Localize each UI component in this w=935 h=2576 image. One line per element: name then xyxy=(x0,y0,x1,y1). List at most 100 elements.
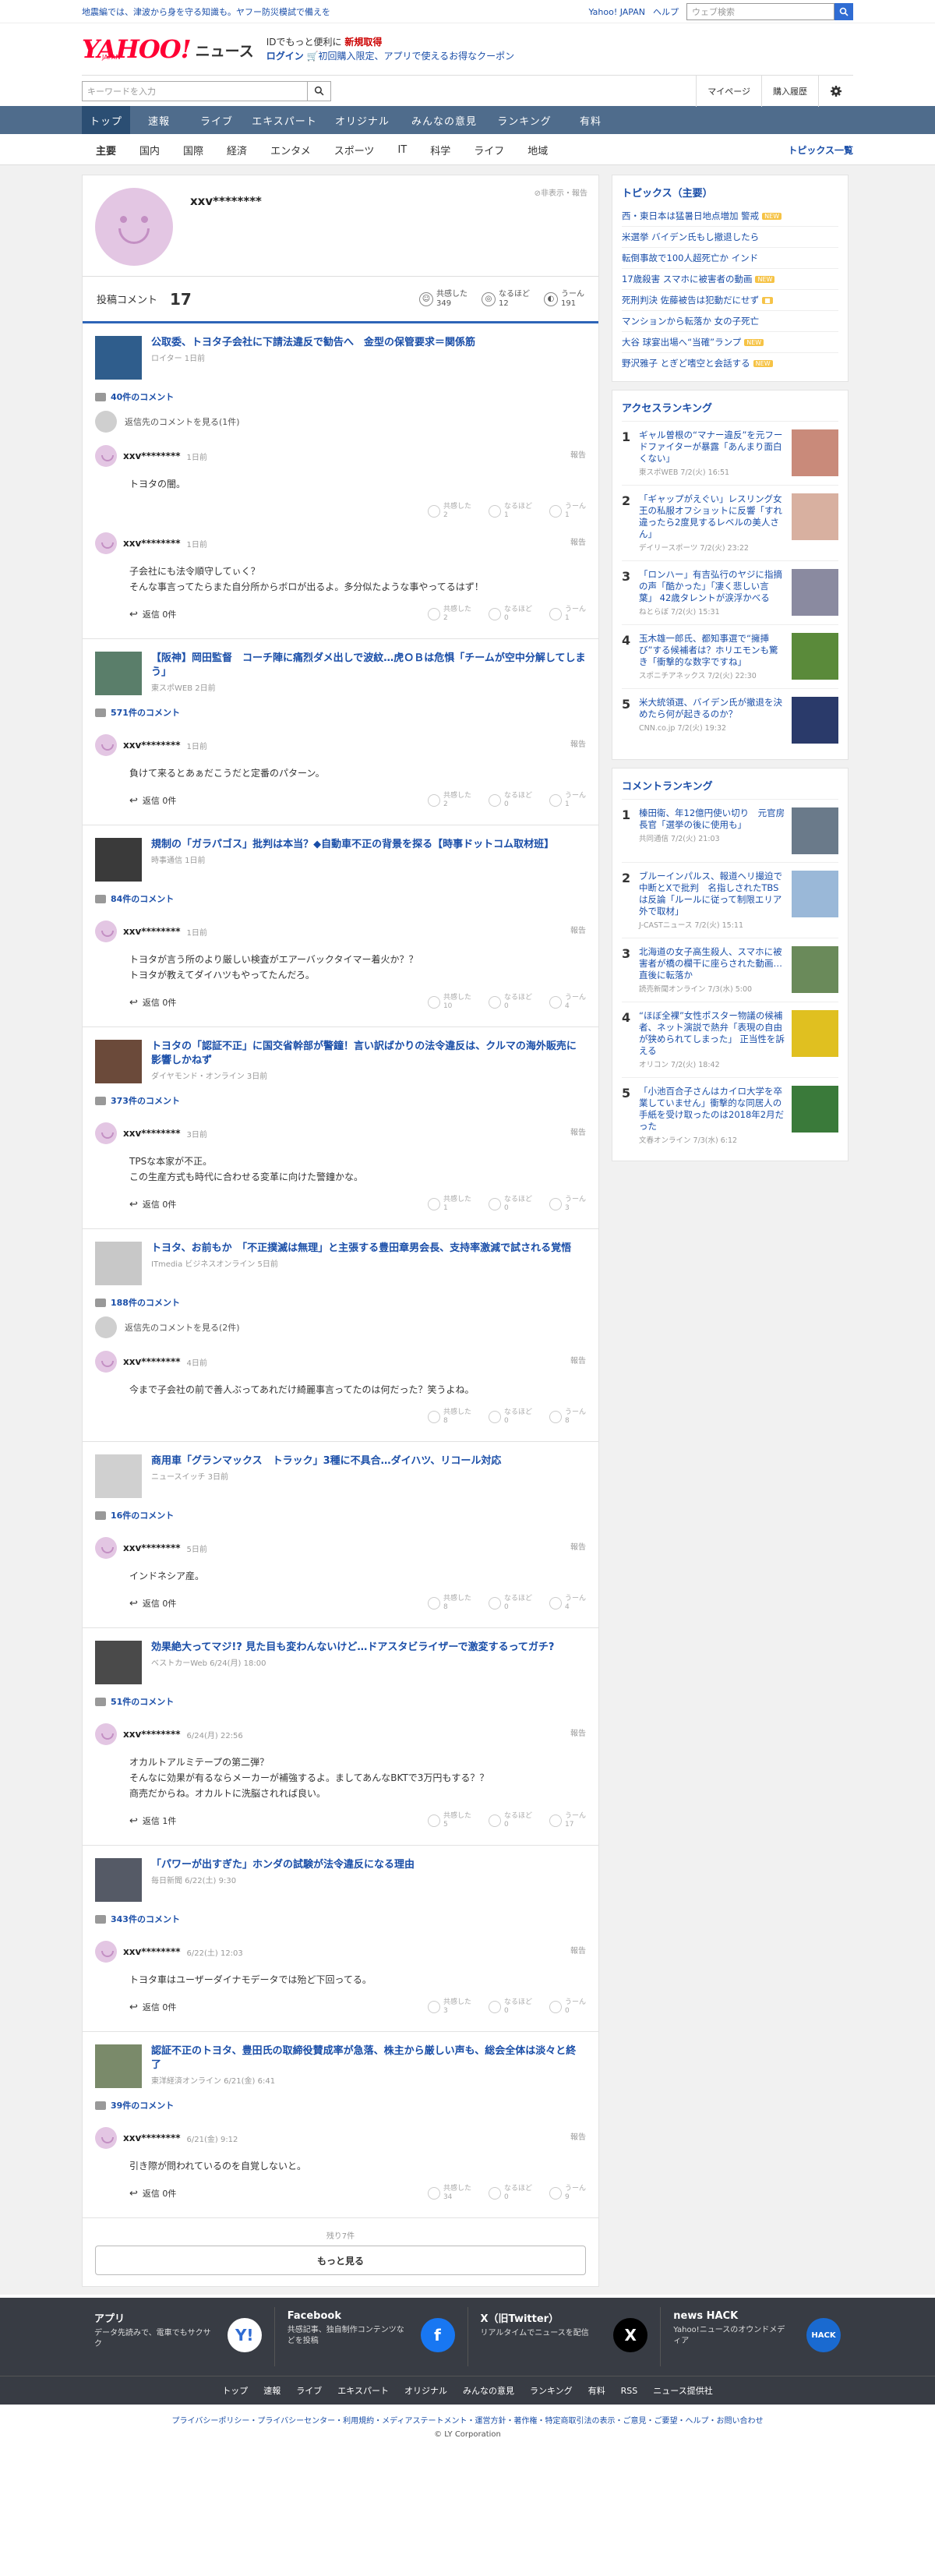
article-title[interactable]: トヨタの「認証不正」に国交省幹部が警鐘！言い訳ばかりの法令違反は、クルマの海外販… xyxy=(151,1041,577,1066)
nav-ranking[interactable]: ランキング xyxy=(487,106,562,134)
report-link[interactable]: 報告 xyxy=(570,448,586,460)
footer-promo-0[interactable]: アプリ データ先読みで、電車でもサクサク Y! xyxy=(82,2307,275,2366)
cat-economy[interactable]: 経済 xyxy=(227,143,247,157)
footer-link[interactable]: RSS xyxy=(621,2386,638,2396)
article-thumbnail[interactable] xyxy=(95,1242,142,1285)
nav-live[interactable]: ライブ xyxy=(188,106,245,134)
comment-count-link[interactable]: 84件のコメント xyxy=(95,892,586,905)
cat-life[interactable]: ライフ xyxy=(474,143,504,157)
article-title[interactable]: 公取委、トヨタ子会社に下請法違反で勧告へ 金型の保管要求＝関係筋 xyxy=(151,337,475,348)
article-title[interactable]: 効果絶大ってマジ!? 見た目も変わんないけど…ドアスタビライザーで激変するってガ… xyxy=(151,1641,554,1653)
web-search-button[interactable] xyxy=(834,3,853,20)
topic-item[interactable]: 17歳殺害 スマホに被害者の動画 NEW xyxy=(622,268,838,289)
signup-link[interactable]: 新規取得 xyxy=(344,37,382,48)
yahoo-news-logo[interactable]: YAHOO! JAPAN ニュース xyxy=(82,37,254,62)
cat-main[interactable]: 主要 xyxy=(96,143,116,157)
hide-report-link[interactable]: ⊘非表示・報告 xyxy=(535,186,587,198)
vote-hmm[interactable]: うーん 1 xyxy=(549,503,586,520)
vote-hmm[interactable]: うーん 3 xyxy=(549,1196,586,1213)
vote-hmm[interactable]: うーん 17 xyxy=(549,1812,586,1829)
yahoo-japan-link[interactable]: Yahoo! JAPAN xyxy=(588,7,645,17)
legal-links[interactable]: プライバシーポリシー・プライバシーセンター・利用規約・メディアステートメント・運… xyxy=(0,2405,935,2430)
comment-count-link[interactable]: 40件のコメント xyxy=(95,390,586,403)
replies-button[interactable]: 返信 0件 xyxy=(129,2187,177,2200)
parent-comment-link[interactable]: 返信先のコメントを見る(1件) xyxy=(95,411,586,433)
article-title[interactable]: 「パワーが出すぎた」ホンダの試験が法令違反になる理由 xyxy=(151,1859,415,1871)
ranking-title[interactable]: “ほぼ全裸”女性ポスター物議の候補者、ネット演説で熱弁「表現の自由が狭められてし… xyxy=(639,1010,785,1057)
vote-hmm[interactable]: うーん 4 xyxy=(549,994,586,1011)
report-link[interactable]: 報告 xyxy=(570,2130,586,2142)
comment-author[interactable]: xxv******** xyxy=(123,451,181,461)
vote-empathy[interactable]: 共感した 3 xyxy=(427,1998,471,2016)
replies-button[interactable]: 返信 1件 xyxy=(129,1815,177,1827)
ranking-item[interactable]: 3 北海道の女子高生殺人、スマホに被害者が橋の欄干に座らされた動画…直後に転落か読… xyxy=(622,938,838,1002)
footer-promo-2[interactable]: X（旧Twitter） リアルタイムでニュースを配信 X xyxy=(468,2307,662,2366)
footer-promo-3[interactable]: news HACK Yahoo!ニュースのオウンドメディア HACK xyxy=(661,2307,853,2366)
ranking-item[interactable]: 4 玉木雄一郎氏、都知事選で“擁挿び”する候補者は？ホリエモンも驚き「衝撃的な数字… xyxy=(622,624,838,688)
comment-count-link[interactable]: 51件のコメント xyxy=(95,1695,586,1708)
cat-local[interactable]: 地域 xyxy=(527,143,548,157)
vote-empathy[interactable]: 共感した 8 xyxy=(427,1408,471,1426)
nav-top[interactable]: トップ xyxy=(82,106,130,134)
article-thumbnail[interactable] xyxy=(95,2044,142,2088)
vote-empathy[interactable]: 共感した 2 xyxy=(427,503,471,520)
ranking-item[interactable]: 1 榛田衛、年12億円使い切り 元官房長官「選挙の後に使用も」 共同通信 7/2(火… xyxy=(622,799,838,862)
vote-insight[interactable]: なるほど 1 xyxy=(488,503,532,520)
replies-button[interactable]: 返信 0件 xyxy=(129,794,177,807)
cat-science[interactable]: 科学 xyxy=(430,143,450,157)
ranking-title[interactable]: ギャル曽根の“マナー違反”を元フードファイターが暴露「あんまり面白くない」 xyxy=(639,429,785,465)
ranking-item[interactable]: 3 「ロンハー」有吉弘行のヤジに指摘の声「酷かった」「凄く悲しい言葉」 42歳タレ… xyxy=(622,560,838,624)
replies-button[interactable]: 返信 0件 xyxy=(129,2001,177,2013)
vote-hmm[interactable]: うーん 8 xyxy=(549,1408,586,1426)
comment-count-link[interactable]: 373件のコメント xyxy=(95,1094,586,1107)
article-title[interactable]: 【阪神】岡田監督 コーチ陣に痛烈ダメ出しで波紋…虎ＯＢは危惧「チームが空中分解し… xyxy=(151,652,585,678)
mypage-link[interactable]: マイページ xyxy=(696,75,761,107)
topic-item[interactable]: マンションから転落か 女の子死亡 xyxy=(622,310,838,331)
cat-it[interactable]: IT xyxy=(397,144,407,156)
comment-author[interactable]: xxv******** xyxy=(123,538,181,549)
topics-list-link[interactable]: トピックス一覧 xyxy=(788,143,853,157)
topic-item[interactable]: 野沢雅子 とぎど嗜空と会話する NEW xyxy=(622,352,838,373)
vote-hmm[interactable]: うーん 4 xyxy=(549,1595,586,1612)
ranking-title[interactable]: 「小池百合子さんはカイロ大学を卒業していません」衝撃的な同居人の手紙を受け取った… xyxy=(639,1086,785,1133)
vote-insight[interactable]: なるほど 0 xyxy=(488,994,532,1011)
news-search-input[interactable]: キーワードを入力 xyxy=(82,80,308,101)
replies-button[interactable]: 返信 0件 xyxy=(129,1198,177,1210)
report-link[interactable]: 報告 xyxy=(570,535,586,547)
ranking-title[interactable]: 榛田衛、年12億円使い切り 元官房長官「選挙の後に使用も」 xyxy=(639,807,785,831)
footer-promo-1[interactable]: Facebook 共感記事、独自制作コンテンツなどを投稿 f xyxy=(275,2307,468,2366)
article-thumbnail[interactable] xyxy=(95,652,142,695)
article-thumbnail[interactable] xyxy=(95,336,142,380)
comment-author[interactable]: xxv******** xyxy=(123,1729,181,1740)
ranking-item[interactable]: 4 “ほぼ全裸”女性ポスター物議の候補者、ネット演説で熱弁「表現の自由が狭められて… xyxy=(622,1002,838,1077)
replies-button[interactable]: 返信 0件 xyxy=(129,1597,177,1610)
show-more-button[interactable]: もっと見る xyxy=(95,2246,586,2275)
vote-insight[interactable]: なるほど 0 xyxy=(488,606,532,623)
report-link[interactable]: 報告 xyxy=(570,1354,586,1366)
footer-link[interactable]: ランキング xyxy=(530,2384,573,2397)
comment-count-link[interactable]: 571件のコメント xyxy=(95,706,586,719)
article-title[interactable]: 認証不正のトヨタ、豊田氏の取締役賛成率が急落、株主から厳しい声も、総会全体は淡々… xyxy=(151,2045,576,2071)
news-search-button[interactable] xyxy=(308,80,331,101)
vote-hmm[interactable]: うーん 0 xyxy=(549,1998,586,2016)
nav-opinions[interactable]: みんなの意見 xyxy=(401,106,487,134)
cat-domestic[interactable]: 国内 xyxy=(139,143,160,157)
cat-world[interactable]: 国際 xyxy=(183,143,203,157)
disaster-notice-link[interactable]: 地震編では、津波から身を守る知識も。ヤフー防災模試で備えを xyxy=(82,5,330,18)
nav-paid[interactable]: 有料 xyxy=(562,106,619,134)
comment-author[interactable]: xxv******** xyxy=(123,740,181,751)
article-thumbnail[interactable] xyxy=(95,1040,142,1083)
footer-link[interactable]: 速報 xyxy=(263,2384,280,2397)
topic-item[interactable]: 死刑判決 佐藤被告は犯動だにせず ■ xyxy=(622,289,838,310)
comment-author[interactable]: xxv******** xyxy=(123,1356,181,1367)
vote-empathy[interactable]: 共感した 2 xyxy=(427,792,471,809)
vote-hmm[interactable]: うーん 1 xyxy=(549,606,586,623)
ranking-item[interactable]: 5 米大統領選、バイデン氏が撤退を決めたら何が起きるのか？ CNN.co.jp 7/… xyxy=(622,688,838,751)
vote-hmm[interactable]: うーん 1 xyxy=(549,792,586,809)
ranking-title[interactable]: 米大統領選、バイデン氏が撤退を決めたら何が起きるのか？ xyxy=(639,697,785,720)
topic-item[interactable]: 米選挙 バイデン氏もし撤退したら xyxy=(622,226,838,247)
ranking-item[interactable]: 1 ギャル曽根の“マナー違反”を元フードファイターが暴露「あんまり面白くない」 東ス… xyxy=(622,421,838,485)
article-thumbnail[interactable] xyxy=(95,1641,142,1684)
vote-empathy[interactable]: 共感した 1 xyxy=(427,1196,471,1213)
ranking-item[interactable]: 2 ブルーインパルス、報道ヘリ撮迫で中断とXで批判 名指しされたTBSは反論「ルー… xyxy=(622,862,838,938)
